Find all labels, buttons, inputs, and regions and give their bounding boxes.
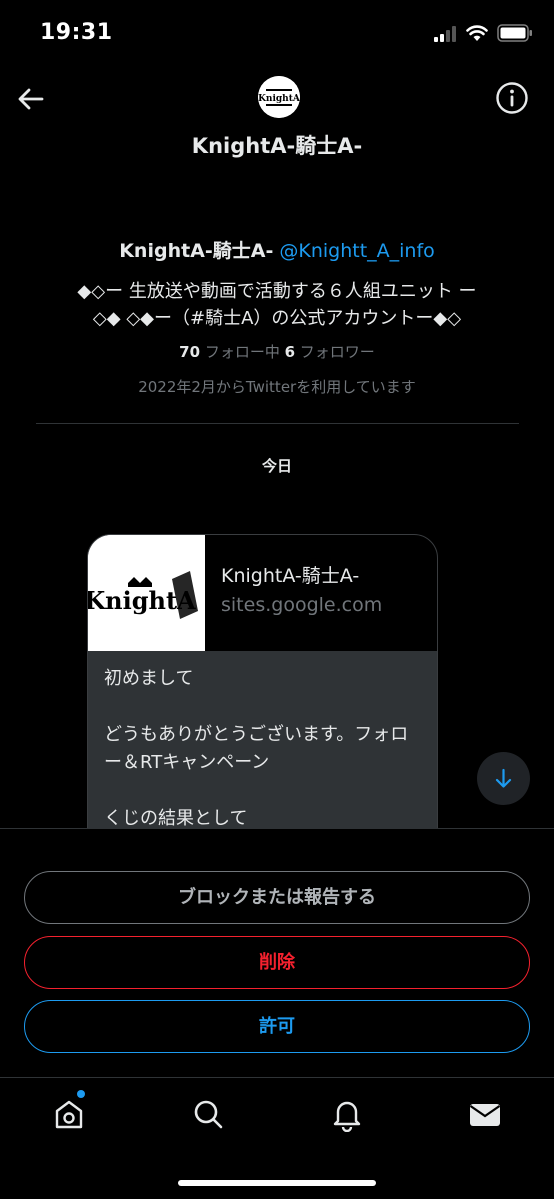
followers-label[interactable]: フォロワー [295, 343, 375, 361]
back-arrow-icon[interactable] [14, 82, 48, 116]
bio-line: ◇◆ ◇◆ー（#騎士A）の公式アカウントー◆◇ [92, 308, 462, 329]
home-icon[interactable] [51, 1096, 87, 1132]
message-paragraph: 初めまして [104, 668, 194, 689]
scroll-to-bottom-button[interactable] [477, 752, 530, 805]
divider [36, 423, 519, 424]
messages-icon[interactable] [467, 1096, 503, 1132]
card-logo-text: KnightA [88, 586, 196, 615]
card-thumbnail: KnightA [88, 535, 205, 651]
search-icon[interactable] [190, 1096, 226, 1132]
status-bar: 19:31 [0, 0, 554, 70]
avatar[interactable]: KnightA [258, 76, 300, 118]
wifi-icon [466, 25, 488, 41]
delete-button[interactable]: 削除 [24, 936, 530, 989]
status-time: 19:31 [40, 20, 113, 45]
following-count[interactable]: 70 [179, 343, 200, 361]
date-separator: 今日 [261, 457, 292, 475]
cellular-signal-icon [434, 26, 456, 42]
info-icon[interactable] [495, 81, 529, 115]
following-label[interactable]: フォロー中 [200, 343, 285, 361]
home-indicator [178, 1180, 376, 1186]
message-text: 初めまして どうもありがとうございます。フォロー＆RTキャンペーン くじの結果と… [88, 651, 437, 853]
message-paragraph: どうもありがとうございます。フォロー＆RTキャンペーン [104, 724, 409, 773]
bio-line: ◆◇ー 生放送や動画で活動する６人組ユニット ー [77, 281, 477, 302]
knighta-logo-icon: KnightA [88, 535, 205, 651]
follow-stats: 70 フォロー中 6 フォロワー [0, 341, 554, 362]
allow-button[interactable]: 許可 [24, 1000, 530, 1053]
notification-dot [77, 1090, 85, 1098]
card-title: KnightA-騎士A- [221, 565, 360, 587]
knighta-logo-icon: KnightA [258, 76, 300, 118]
card-domain: sites.google.com [221, 594, 383, 616]
battery-icon [497, 24, 532, 42]
avatar-logo-text: KnightA [258, 94, 300, 104]
followers-count[interactable]: 6 [285, 343, 295, 361]
page-title: KnightA-騎士A- [191, 134, 363, 158]
profile-handle-link[interactable]: @Knightt_A_info [279, 240, 434, 262]
profile-name: KnightA-騎士A- [119, 240, 274, 262]
link-preview-card[interactable]: KnightA KnightA-騎士A- sites.google.com 初め… [87, 534, 438, 854]
notifications-icon[interactable] [329, 1096, 365, 1132]
profile-bio: ◆◇ー 生放送や動画で活動する６人組ユニット ー ◇◆ ◇◆ー（#騎士A）の公式… [30, 278, 524, 332]
block-or-report-button[interactable]: ブロックまたは報告する [24, 871, 530, 924]
joined-date: 2022年2月からTwitterを利用しています [138, 378, 416, 396]
message-request-actions: ブロックまたは報告する 削除 許可 [0, 828, 554, 1078]
arrow-down-icon [495, 768, 512, 788]
profile-name-row: KnightA-騎士A- @Knightt_A_info [0, 236, 554, 263]
